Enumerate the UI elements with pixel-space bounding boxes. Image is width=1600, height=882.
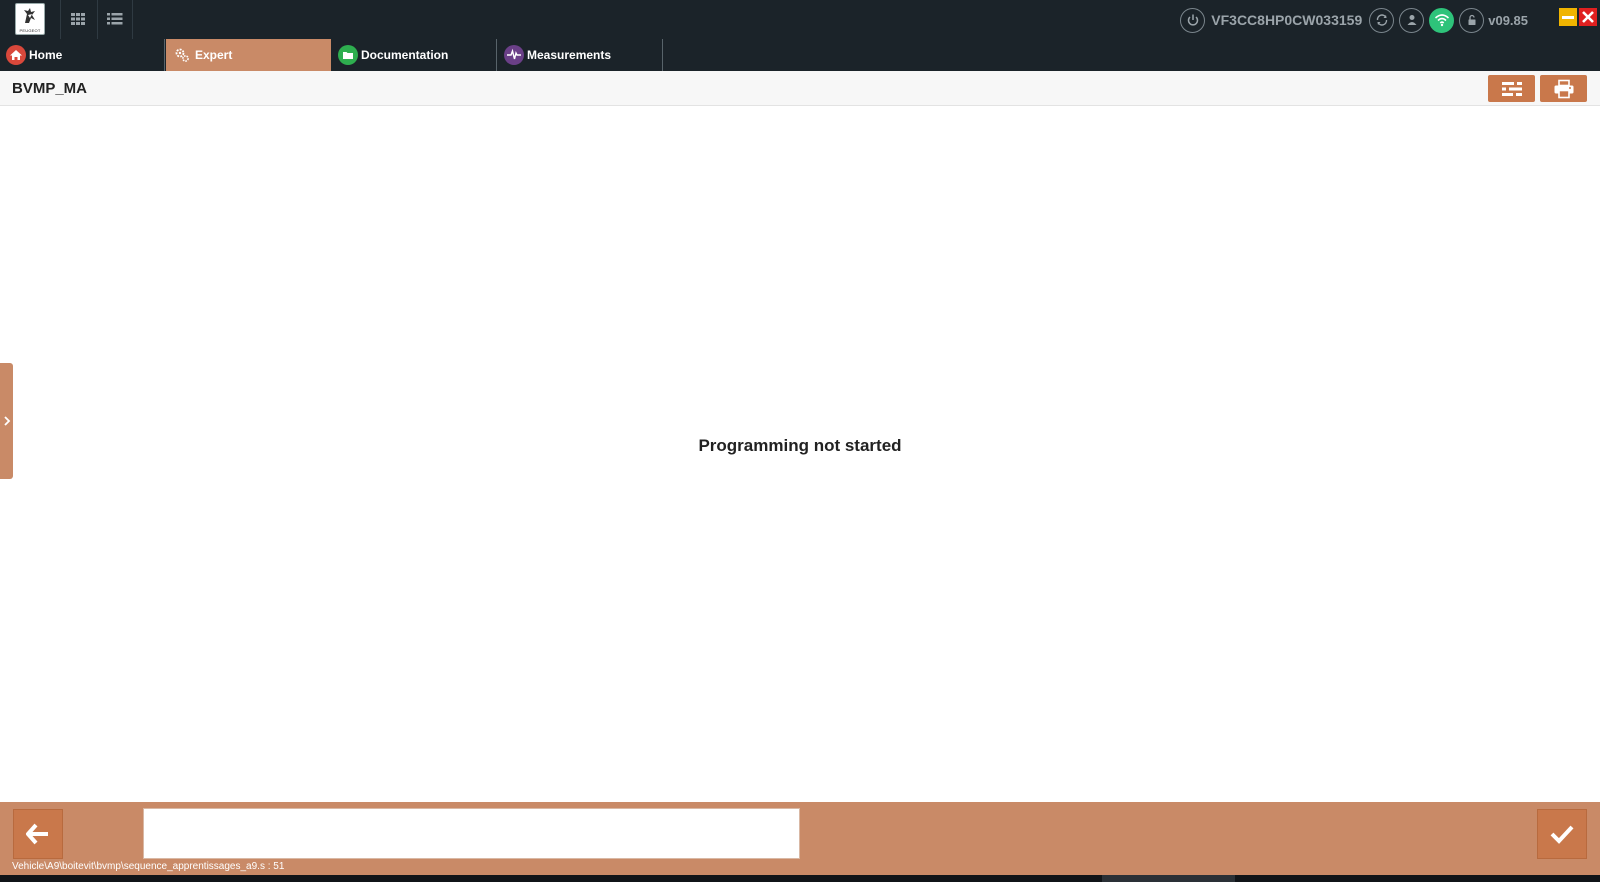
top-separator (132, 0, 133, 39)
list-icon[interactable] (104, 8, 126, 30)
wifi-icon[interactable] (1429, 7, 1455, 33)
lion-icon (24, 8, 35, 23)
checkmark-icon (1550, 825, 1574, 844)
side-panel-toggle[interactable] (0, 363, 13, 479)
back-button[interactable] (13, 809, 63, 859)
main-tabs: Home Expert Documentation Measurements (0, 39, 1600, 71)
settings-button[interactable] (1488, 75, 1535, 102)
tab-expert[interactable]: Expert (166, 39, 331, 71)
user-icon[interactable] (1399, 7, 1425, 33)
confirm-button[interactable] (1537, 809, 1587, 859)
lock-icon[interactable] (1459, 7, 1485, 33)
script-path: Vehicle\A9\boitevit\bvmp\sequence_appren… (12, 861, 285, 872)
peugeot-logo: PEUGEOT (15, 3, 45, 35)
pulse-icon (504, 45, 524, 65)
print-button[interactable] (1540, 75, 1587, 102)
close-icon (1582, 11, 1594, 23)
chevron-right-icon (3, 416, 10, 426)
grid-icon[interactable] (67, 8, 89, 30)
top-separator (97, 0, 98, 39)
sliders-icon (1501, 80, 1522, 97)
sync-icon[interactable] (1369, 7, 1395, 33)
gears-icon (172, 45, 192, 65)
top-bar: PEUGEOT VF3CC8HP0CW033159 v09.85 (0, 0, 1600, 39)
printer-icon (1554, 79, 1573, 98)
close-button[interactable] (1579, 8, 1597, 26)
tab-label: Expert (195, 48, 233, 62)
minimize-button[interactable] (1559, 8, 1577, 26)
home-icon (6, 45, 26, 65)
tab-home[interactable]: Home (0, 39, 165, 71)
message-box (143, 808, 800, 859)
tab-measurements[interactable]: Measurements (498, 39, 663, 71)
tab-label: Home (29, 48, 63, 62)
top-separator (60, 0, 61, 39)
tab-label: Measurements (527, 48, 612, 62)
main-content: Programming not started (0, 106, 1600, 802)
taskbar (0, 875, 1600, 882)
version-label: v09.85 (1488, 12, 1528, 28)
page-header: BVMP_MA (0, 71, 1600, 106)
power-icon[interactable] (1180, 7, 1206, 33)
status-area: VF3CC8HP0CW033159 v09.85 (1180, 7, 1528, 33)
tab-label: Documentation (361, 48, 449, 62)
status-message: Programming not started (698, 436, 902, 455)
logo-text: PEUGEOT (19, 28, 41, 33)
folder-icon (338, 45, 358, 65)
arrow-left-icon (26, 823, 48, 845)
tab-documentation[interactable]: Documentation (332, 39, 497, 71)
taskbar-active-item[interactable] (1102, 875, 1235, 882)
page-title: BVMP_MA (12, 80, 88, 97)
bottom-bar: Vehicle\A9\boitevit\bvmp\sequence_appren… (0, 802, 1600, 875)
vin-label: VF3CC8HP0CW033159 (1211, 12, 1363, 28)
